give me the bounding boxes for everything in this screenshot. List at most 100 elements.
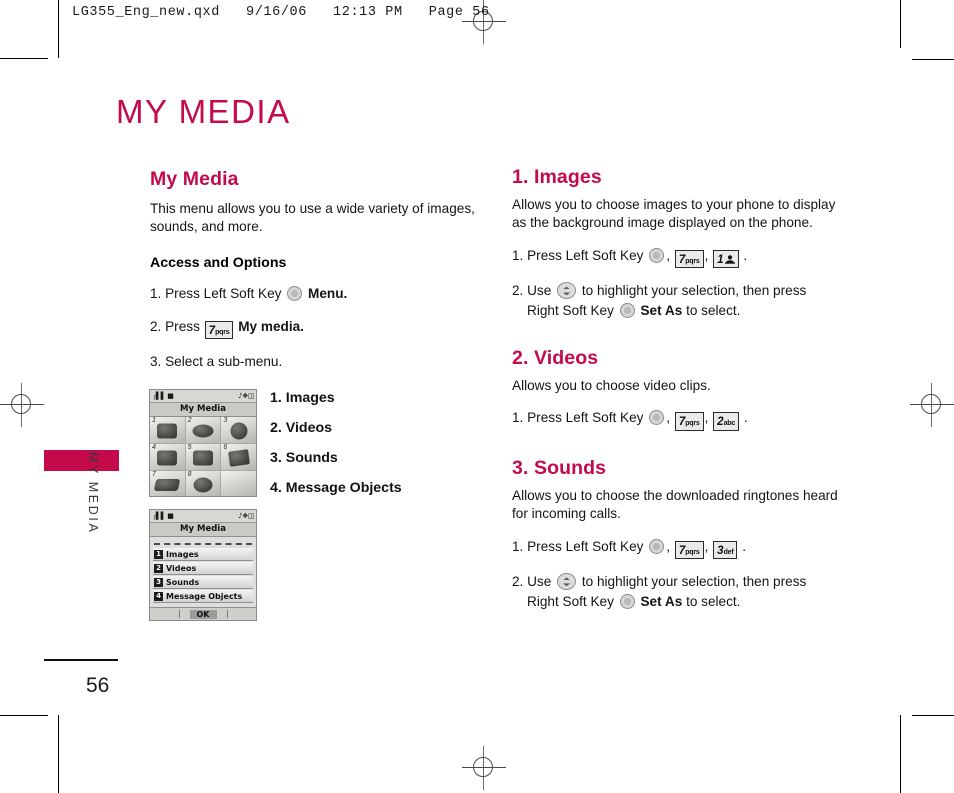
sounds-step-2: 2. Use to highlight your selection, then…	[512, 572, 842, 611]
section-intro-text: This menu allows you to use a wide varie…	[150, 201, 475, 235]
phone-list-divider	[154, 540, 252, 545]
phone-grid-cell: 1	[150, 417, 185, 443]
crop-mark-bottom-left-vertical	[58, 715, 59, 793]
sounds-step-2-text-3: to select.	[686, 594, 741, 610]
videos-body-text: Allows you to choose video clips.	[512, 377, 711, 393]
phone-screenshot-my-media-grid: ╭▌▌ ■ ♪❖◫ My Media 1 2 3 4 5 6 7 8	[149, 389, 257, 497]
images-step-2-continuation: Right Soft Key Set As to select.	[512, 301, 842, 321]
images-step-1-period: .	[743, 247, 748, 263]
videos-step-1-comma-2: ,	[704, 410, 709, 426]
left-soft-key-icon	[287, 285, 303, 301]
crop-mark-top-left-horizontal	[0, 58, 48, 59]
phone-screenshot-my-media-list: ╭▌▌ ■ ♪❖◫ My Media 1 Images 2 Videos 3 S…	[149, 509, 257, 621]
phone-list-item-label: Sounds	[166, 577, 200, 587]
chapter-tab-marker	[44, 450, 119, 471]
phone-list-item: 3 Sounds	[153, 576, 253, 589]
sounds-step-1-period: .	[742, 538, 747, 554]
images-step-2-text-3: to select.	[686, 303, 741, 319]
right-soft-key-icon	[619, 303, 635, 319]
videos-step-1: 1. Press Left Soft Key , 7pqrs, 2abc .	[512, 408, 842, 431]
key-7-pqrs-icon: 7pqrs	[674, 540, 704, 560]
navigation-key-icon	[557, 282, 577, 300]
sounds-step-2-text-2: to highlight your selection, then press	[581, 574, 807, 590]
navigation-key-icon	[557, 573, 577, 591]
phone-list-item-number: 2	[154, 563, 163, 573]
key-3-def-icon: 3def	[713, 540, 738, 560]
images-step-2-text: 2. Use	[512, 283, 552, 299]
phone-grid-cell: 4	[150, 444, 185, 470]
phone-grid-cell: 6	[221, 444, 256, 470]
phone-icon-grid: 1 2 3 4 5 6 7 8	[150, 417, 256, 496]
key-7-pqrs-icon: 7pqrs	[674, 412, 704, 431]
images-step-2-right-soft-key-text: Right Soft Key	[527, 303, 614, 319]
left-soft-key-icon	[649, 247, 665, 263]
step-2-text: 2. Press	[150, 318, 200, 334]
crop-mark-top-right-horizontal	[912, 59, 954, 60]
left-soft-key-icon	[649, 538, 665, 554]
phone-list-item-number: 3	[154, 577, 163, 587]
phone-list-item: 2 Videos	[153, 562, 253, 575]
phone-list-item: 1 Images	[153, 548, 253, 561]
right-soft-key-icon	[619, 594, 635, 610]
phone-grid-cell: 2	[185, 417, 221, 443]
phone-grid-cell: 3	[221, 417, 256, 443]
phone-grid-cell: 8	[185, 471, 221, 496]
key-2-abc-icon: 2abc	[713, 412, 740, 431]
crop-mark-top-left-vertical	[58, 0, 59, 58]
crop-mark-bottom-right-horizontal	[912, 715, 954, 716]
images-body-text: Allows you to choose images to your phon…	[512, 197, 836, 231]
phone-list-item: 4 Message Objects	[153, 590, 253, 603]
phone-soft-key-ok: OK	[189, 609, 217, 619]
signal-strength-icon: ╭▌▌ ■	[152, 512, 174, 520]
step-2-my-media-label: My media.	[238, 318, 304, 334]
images-step-1-text: 1. Press Left Soft Key	[512, 247, 644, 263]
sounds-step-1-comma: ,	[666, 538, 671, 554]
page-number-rule	[44, 659, 118, 661]
sounds-step-1-text: 1. Press Left Soft Key	[512, 538, 644, 554]
sounds-step-2-text: 2. Use	[512, 574, 552, 590]
crop-mark-bottom-left-horizontal	[0, 715, 48, 716]
section-heading-sounds: 3. Sounds	[512, 456, 607, 479]
section-heading-my-media: My Media	[150, 168, 239, 190]
videos-step-1-comma: ,	[666, 410, 671, 426]
sounds-step-1-comma-2: ,	[704, 538, 709, 554]
key-7-pqrs-icon: 7pqrs	[674, 249, 704, 269]
sub-menu-item-message-objects: 4. Message Objects	[270, 480, 402, 496]
phone-menu-list: 1 Images 2 Videos 3 Sounds 4 Message Obj…	[150, 537, 256, 607]
phone-list-item-label: Videos	[166, 563, 197, 573]
sidebar-chapter-label: MY MEDIA	[86, 452, 100, 535]
images-step-1-comma-2: ,	[704, 247, 709, 263]
images-step-1-comma: ,	[666, 247, 671, 263]
key-1-voicemail-icon: 1	[713, 249, 739, 269]
phone-status-bar: ╭▌▌ ■ ♪❖◫	[150, 390, 256, 403]
section-heading-videos: 2. Videos	[512, 346, 599, 369]
step-1-menu-label: Menu.	[308, 285, 348, 301]
phone-grid-cell: 7	[150, 471, 185, 496]
sub-menu-list: 1. Images 2. Videos 3. Sounds 4. Message…	[270, 390, 402, 510]
prepress-slug: LG355_Eng_new.qxd 9/16/06 12:13 PM Page …	[72, 5, 490, 20]
page-title: MY MEDIA	[116, 93, 291, 130]
sub-menu-item-videos: 2. Videos	[270, 420, 333, 436]
status-icons-right: ♪❖◫	[238, 392, 254, 400]
phone-grid-cell	[221, 471, 256, 496]
step-press-left-soft-key-menu: 1. Press Left Soft Key Menu.	[150, 284, 480, 304]
right-column: 1. Images Allows you to choose images to…	[512, 166, 842, 625]
signal-strength-icon: ╭▌▌ ■	[152, 392, 174, 400]
phone-list-item-label: Message Objects	[166, 591, 243, 601]
sub-menu-item-sounds: 3. Sounds	[270, 450, 338, 466]
crop-mark-bottom-right-vertical	[900, 715, 901, 793]
phone-list-item-number: 4	[154, 591, 163, 601]
phone-soft-key-bar: OK	[150, 607, 256, 620]
images-step-1: 1. Press Left Soft Key , 7pqrs, 1 .	[512, 246, 842, 269]
registration-mark-right	[910, 383, 954, 427]
phone-screen-title: My Media	[150, 403, 256, 417]
left-soft-key-icon	[649, 410, 665, 426]
step-press-seven-my-media: 2. Press 7pqrs My media.	[150, 317, 480, 340]
left-column: My Media This menu allows you to use a w…	[150, 168, 480, 385]
sounds-body-text: Allows you to choose the downloaded ring…	[512, 487, 838, 522]
registration-mark-left	[0, 383, 44, 427]
videos-step-1-period: .	[743, 410, 748, 426]
phone-grid-cell: 5	[185, 444, 221, 470]
images-step-2-set-as-label: Set As	[640, 303, 683, 319]
key-7-pqrs-icon: 7pqrs	[204, 320, 234, 340]
